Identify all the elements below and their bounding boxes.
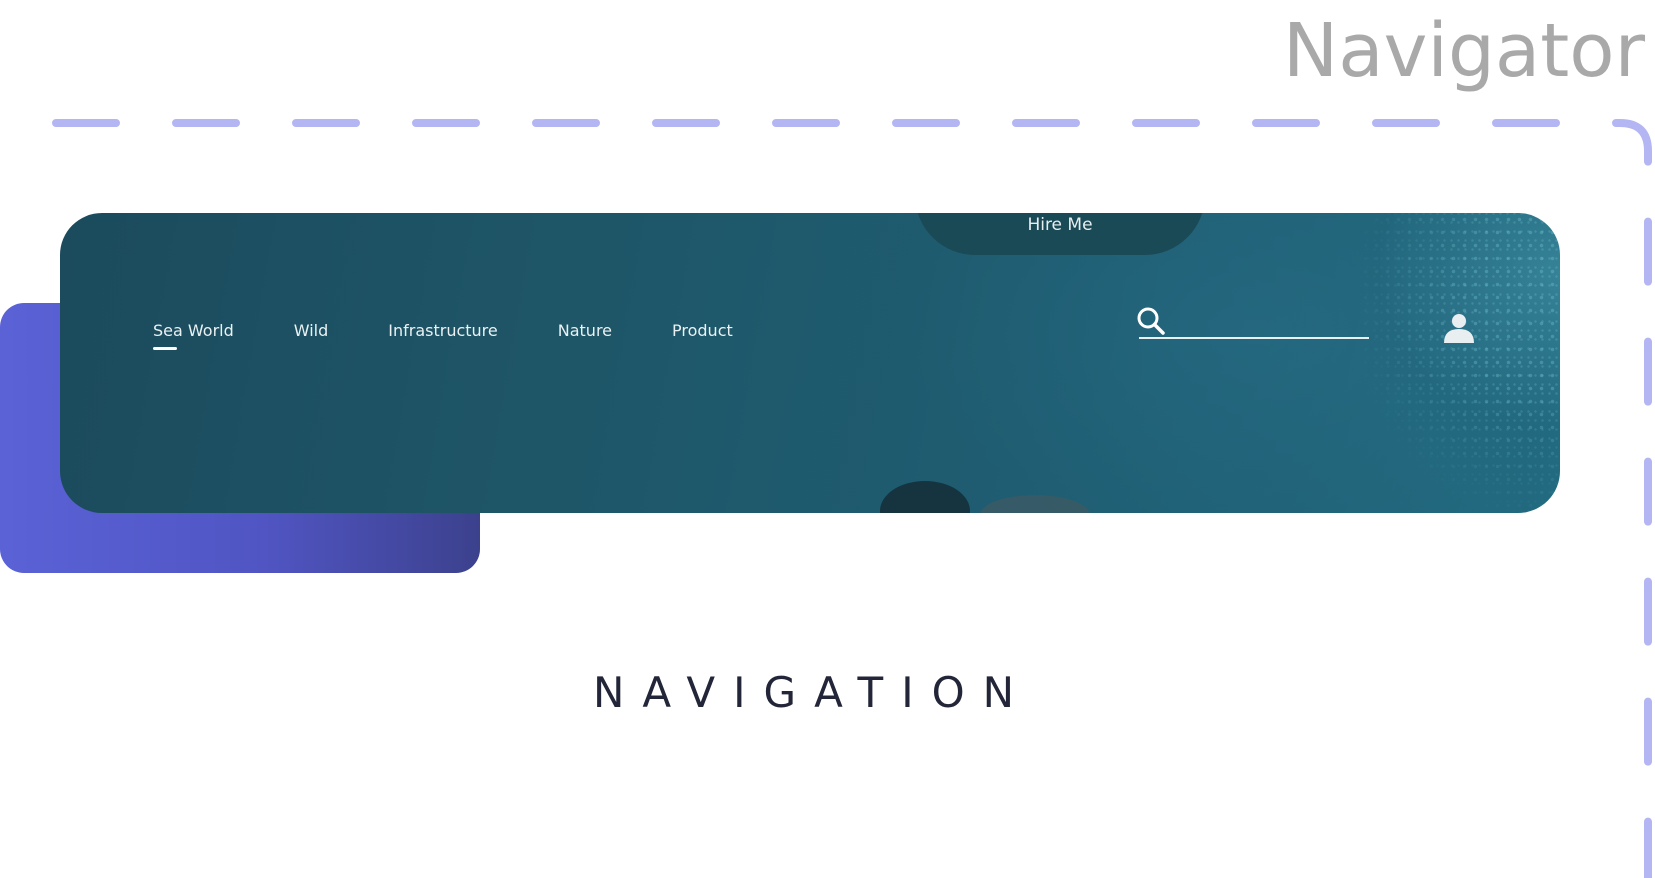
search-input[interactable] — [1139, 313, 1369, 339]
search-icon[interactable] — [1135, 305, 1167, 337]
nav-link-infrastructure[interactable]: Infrastructure — [388, 321, 497, 340]
water-texture — [1360, 213, 1560, 513]
hire-me-button[interactable]: Hire Me — [1027, 215, 1092, 235]
hire-me-tab[interactable]: Hire Me — [915, 213, 1205, 255]
search-box — [1135, 305, 1370, 345]
diver-silhouette — [880, 481, 970, 513]
nav-link-product[interactable]: Product — [672, 321, 733, 340]
nav-link-wild[interactable]: Wild — [294, 321, 329, 340]
user-icon[interactable] — [1442, 311, 1476, 345]
canvas: Navigator Hire Me Sea World Wild Infrast… — [0, 0, 1655, 878]
nav-link-nature[interactable]: Nature — [558, 321, 612, 340]
navbar-preview-card: Hire Me Sea World Wild Infrastructure Na… — [60, 213, 1560, 513]
nav-link-sea-world[interactable]: Sea World — [153, 321, 234, 350]
diver-silhouette-shadow — [980, 495, 1090, 513]
page-heading: Navigator — [1282, 8, 1645, 94]
primary-nav: Sea World Wild Infrastructure Nature Pro… — [153, 321, 793, 350]
section-label: NAVIGATION — [592, 668, 1033, 717]
